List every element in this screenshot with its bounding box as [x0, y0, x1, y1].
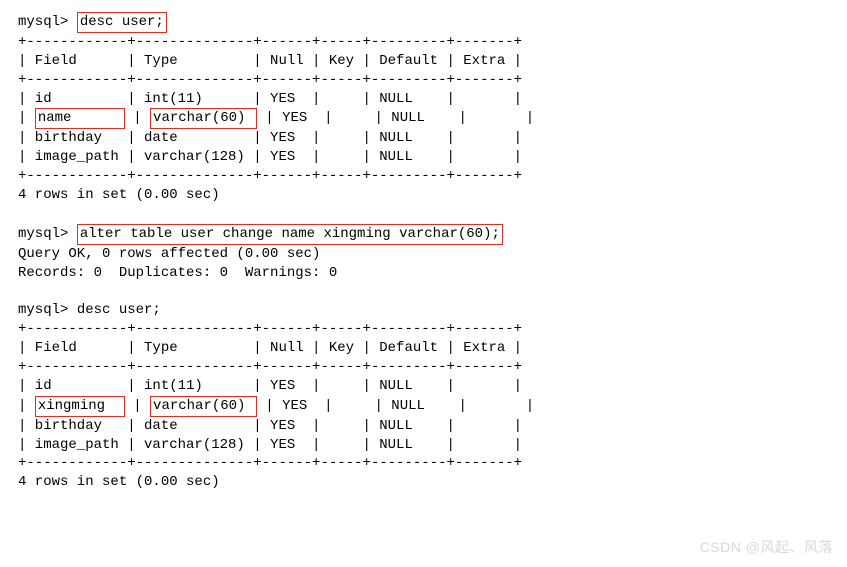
command-desc-2: desc user;	[77, 302, 161, 318]
table-row-highlighted: | xingming | varchar(60) | YES | | NULL …	[18, 396, 829, 417]
table-header: | Field | Type | Null | Key | Default | …	[18, 52, 829, 71]
result-line: 4 rows in set (0.00 sec)	[18, 186, 829, 205]
blank	[18, 282, 829, 301]
table-row: | image_path | varchar(128) | YES | | NU…	[18, 436, 829, 455]
table-sep: +------------+--------------+------+----…	[18, 33, 829, 52]
table-sep: +------------+--------------+------+----…	[18, 320, 829, 339]
prompt: mysql>	[18, 14, 77, 30]
table-row: | birthday | date | YES | | NULL | |	[18, 129, 829, 148]
command-desc-1: desc user;	[77, 12, 167, 33]
prompt-line-2: mysql> alter table user change name xing…	[18, 224, 829, 245]
prompt: mysql>	[18, 302, 77, 318]
blank	[18, 205, 829, 224]
table-sep: +------------+--------------+------+----…	[18, 358, 829, 377]
command-alter: alter table user change name xingming va…	[77, 224, 503, 245]
table-row: | id | int(11) | YES | | NULL | |	[18, 377, 829, 396]
table-sep: +------------+--------------+------+----…	[18, 71, 829, 90]
table-row: | image_path | varchar(128) | YES | | NU…	[18, 148, 829, 167]
field-type-cell: varchar(60)	[150, 108, 257, 129]
records-line: Records: 0 Duplicates: 0 Warnings: 0	[18, 264, 829, 283]
table-sep: +------------+--------------+------+----…	[18, 167, 829, 186]
watermark: CSDN @风起、风落	[700, 538, 833, 557]
prompt: mysql>	[18, 226, 77, 242]
result-line: 4 rows in set (0.00 sec)	[18, 473, 829, 492]
table-header: | Field | Type | Null | Key | Default | …	[18, 339, 829, 358]
prompt-line-1: mysql> desc user;	[18, 12, 829, 33]
table-row: | birthday | date | YES | | NULL | |	[18, 417, 829, 436]
field-name-cell: name	[35, 108, 125, 129]
table-row-highlighted: | name | varchar(60) | YES | | NULL | |	[18, 108, 829, 129]
table-row: | id | int(11) | YES | | NULL | |	[18, 90, 829, 109]
field-name-cell: xingming	[35, 396, 125, 417]
table-sep: +------------+--------------+------+----…	[18, 454, 829, 473]
prompt-line-3: mysql> desc user;	[18, 301, 829, 320]
query-ok: Query OK, 0 rows affected (0.00 sec)	[18, 245, 829, 264]
field-type-cell: varchar(60)	[150, 396, 257, 417]
